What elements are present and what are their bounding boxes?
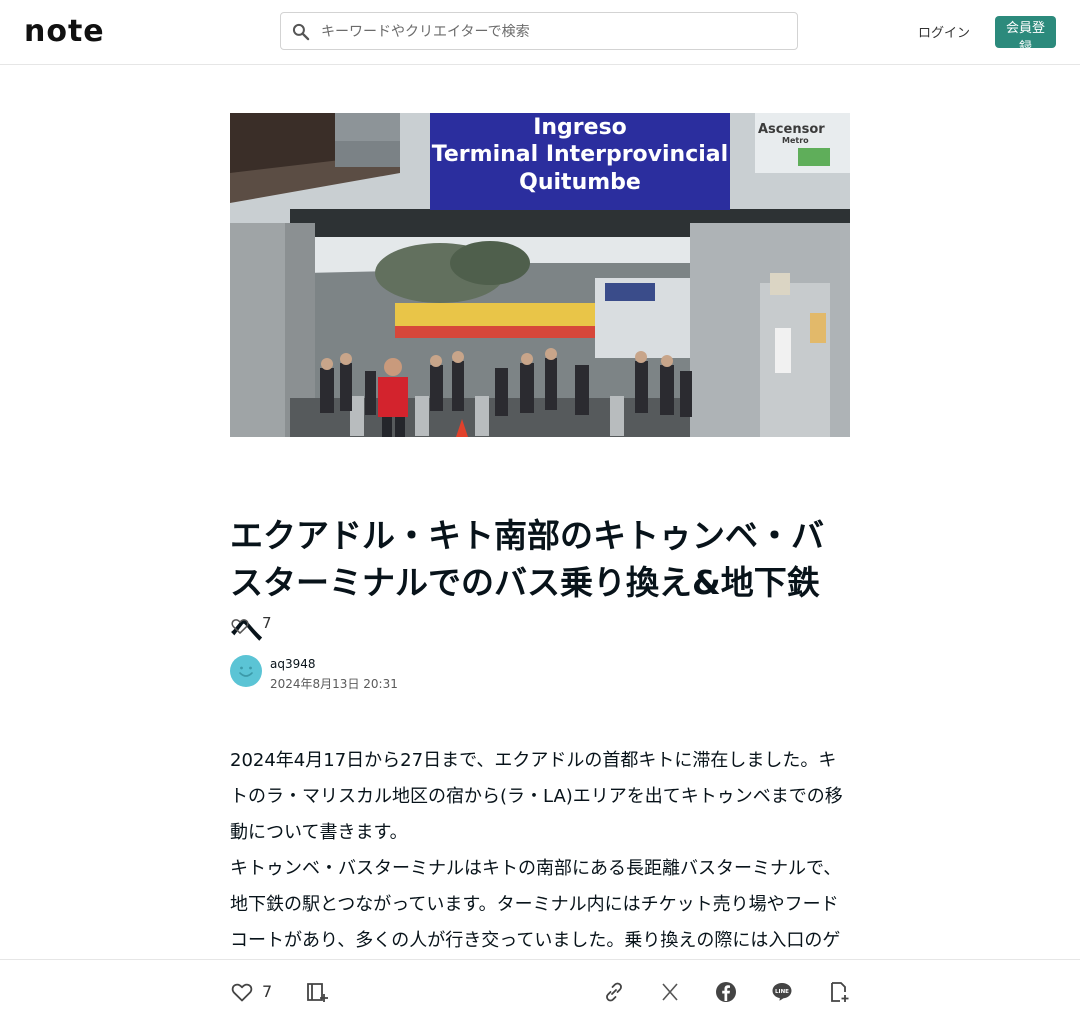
login-link[interactable]: ログイン (918, 22, 970, 41)
signup-button[interactable]: 会員登録 (995, 16, 1056, 55)
article-paragraph-1: 2024年4月17日から27日まで、エクアドルの首都キトに滞在しました。キトのラ… (230, 750, 843, 843)
add-to-magazine-icon[interactable] (305, 980, 329, 1004)
author-info: aq3948 2024年8月13日 20:31 (230, 655, 530, 691)
heart-icon[interactable] (230, 980, 254, 1004)
sign-ascensor: Ascensor (758, 122, 825, 137)
smiley-icon (239, 666, 253, 677)
x-share-icon[interactable] (658, 980, 682, 1004)
site-header: note ログイン 会員登録 (0, 0, 1080, 65)
note-logo[interactable]: note (24, 14, 105, 50)
embed-icon[interactable] (827, 980, 851, 1004)
facebook-share-icon[interactable] (714, 980, 738, 1004)
sign-metro: Metro (782, 136, 809, 145)
heart-icon[interactable] (230, 616, 250, 636)
article-action-bar: 7 LINE (0, 959, 1080, 1025)
search-icon (292, 23, 310, 41)
author-name[interactable]: aq3948 (270, 657, 316, 671)
search-box[interactable] (280, 12, 798, 50)
svg-text:LINE: LINE (775, 989, 789, 995)
sign-ingreso: Ingreso (533, 115, 627, 140)
article-paragraph-2: キトゥンベ・バスターミナルはキトの南部にある長距離バスターミナルで、地下鉄の駅と… (230, 858, 842, 951)
link-icon[interactable] (602, 980, 626, 1004)
sign-quitumbe: Quitumbe (519, 170, 641, 195)
sign-terminal: Terminal Interprovincial (432, 142, 728, 167)
post-date: 2024年8月13日 20:31 (270, 677, 398, 691)
like-count: 7 (262, 982, 273, 1001)
article-title: エクアドル・キト南部のキトゥンベ・バスターミナルでのバス乗り換え&地下鉄へ (230, 516, 824, 649)
terminal-photo: Ingreso Terminal Interprovincial Quitumb… (230, 113, 850, 437)
avatar[interactable] (230, 655, 262, 687)
like-count: 7 (262, 614, 272, 632)
search-input[interactable] (319, 19, 783, 45)
hero-image: Ingreso Terminal Interprovincial Quitumb… (230, 113, 850, 437)
line-share-icon[interactable]: LINE (770, 980, 794, 1004)
